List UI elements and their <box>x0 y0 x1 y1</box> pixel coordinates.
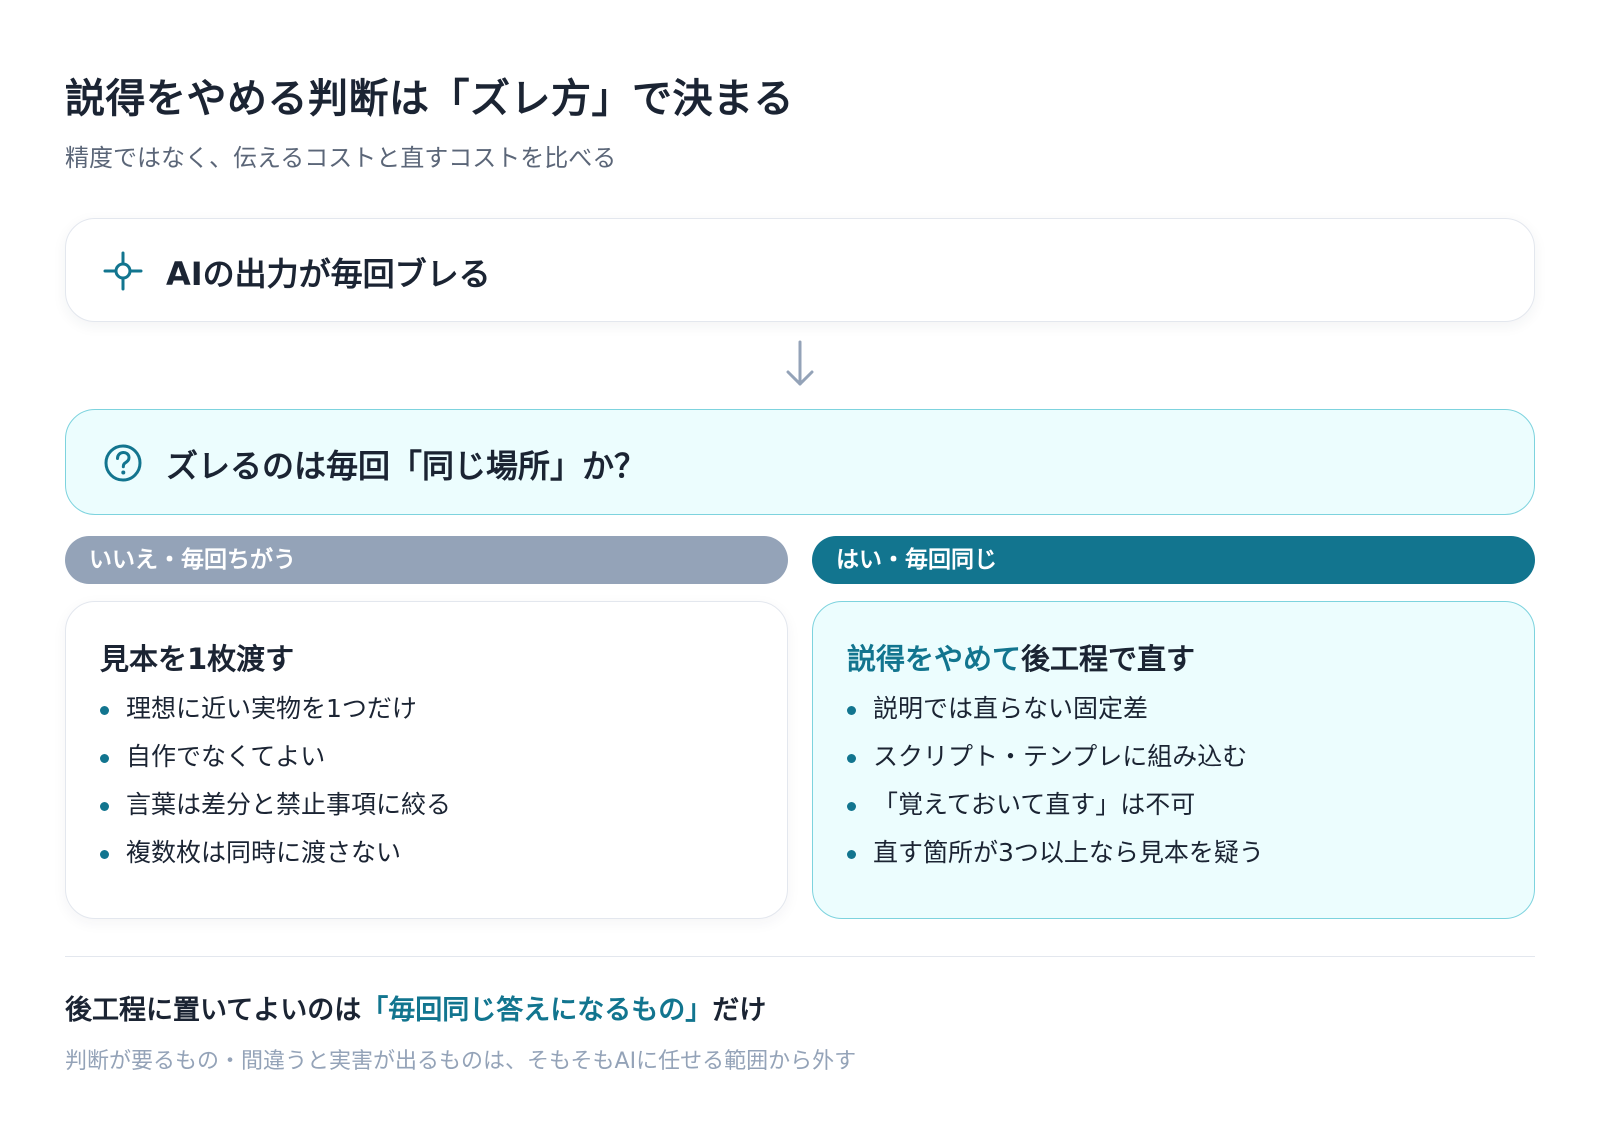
list-item-text: 直す箇所が3つ以上なら見本を疑う <box>873 838 1264 867</box>
list-item-text: 自作でなくてよい <box>126 742 326 771</box>
list-item: スクリプト・テンプレに組み込む <box>847 742 1264 790</box>
page-title: 説得をやめる判断は「ズレ方」で決まる <box>65 76 794 122</box>
list-item: 説明では直らない固定差 <box>847 694 1264 742</box>
bullet-dot <box>100 754 109 763</box>
conclusion-prefix: 後工程に置いてよいのは <box>65 995 362 1026</box>
section-divider <box>65 956 1535 957</box>
crosshair-icon <box>103 251 143 291</box>
list-item-text: 説明では直らない固定差 <box>873 694 1149 723</box>
list-item-text: 言葉は差分と禁止事項に絞る <box>126 790 452 819</box>
footnote-text: 判断が要るもの・間違うと実害が出るものは、そもそもAIに任せる範囲から外す <box>65 1049 857 1074</box>
conclusion-text: 後工程に置いてよいのは「毎回同じ答えになるもの」だけ <box>65 988 766 1027</box>
problem-box: AIの出力が毎回ブレる <box>65 218 1535 322</box>
problem-text: AIの出力が毎回ブレる <box>166 255 491 293</box>
card-list-no: 理想に近い実物を1つだけ 自作でなくてよい 言葉は差分と禁止事項に絞る 複数枚は… <box>100 694 451 886</box>
list-item-text: 理想に近い実物を1つだけ <box>126 694 417 723</box>
list-item: 自作でなくてよい <box>100 742 451 790</box>
bullet-dot <box>847 850 856 859</box>
page-subtitle: 精度ではなく、伝えるコストと直すコストを比べる <box>65 144 617 172</box>
list-item-text: 「覚えておいて直す」は不可 <box>873 790 1196 819</box>
list-item: 言葉は差分と禁止事項に絞る <box>100 790 451 838</box>
bullet-dot <box>847 754 856 763</box>
list-item: 理想に近い実物を1つだけ <box>100 694 451 742</box>
branch-card-yes: 説得をやめて後工程で直す 説明では直らない固定差 スクリプト・テンプレに組み込む… <box>812 601 1535 919</box>
conclusion-suffix: だけ <box>712 995 767 1026</box>
card-title-accent: 説得をやめて <box>847 642 1022 676</box>
bullet-dot <box>100 850 109 859</box>
bullet-dot <box>847 802 856 811</box>
list-item-text: スクリプト・テンプレに組み込む <box>873 742 1248 771</box>
list-item: 複数枚は同時に渡さない <box>100 838 451 886</box>
bullet-dot <box>100 802 109 811</box>
card-list-yes: 説明では直らない固定差 スクリプト・テンプレに組み込む 「覚えておいて直す」は不… <box>847 694 1264 886</box>
conclusion-accent: 「毎回同じ答えになるもの」 <box>361 995 713 1026</box>
bullet-dot <box>847 706 856 715</box>
list-item: 「覚えておいて直す」は不可 <box>847 790 1264 838</box>
branch-label-yes: はい・毎回同じ <box>812 536 1535 584</box>
card-title-yes: 説得をやめて後工程で直す <box>847 636 1195 678</box>
card-title-no: 見本を1枚渡す <box>100 642 295 676</box>
bullet-dot <box>100 706 109 715</box>
list-item-text: 複数枚は同時に渡さない <box>126 838 402 867</box>
question-circle-icon <box>104 444 142 482</box>
question-text: ズレるのは毎回「同じ場所」か？ <box>166 447 647 485</box>
list-item: 直す箇所が3つ以上なら見本を疑う <box>847 838 1264 886</box>
branch-card-no: 見本を1枚渡す 理想に近い実物を1つだけ 自作でなくてよい 言葉は差分と禁止事項… <box>65 601 788 919</box>
card-title-rest: 後工程で直す <box>1021 642 1196 676</box>
branch-label-no: いいえ・毎回ちがう <box>65 536 788 584</box>
question-box: ズレるのは毎回「同じ場所」か？ <box>65 409 1535 515</box>
arrow-down-icon <box>786 340 814 386</box>
